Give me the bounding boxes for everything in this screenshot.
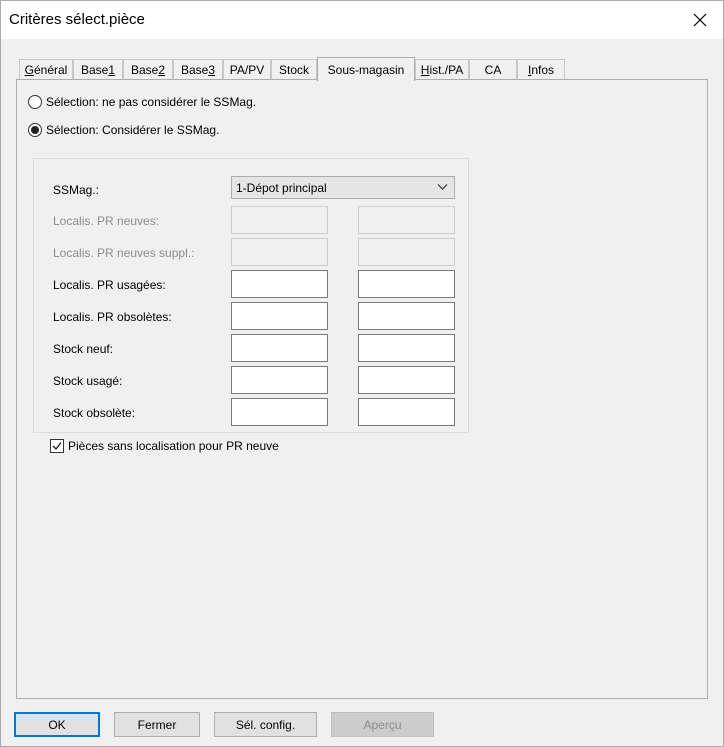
tab-label: 3 (208, 63, 216, 77)
tab-label: énéral (33, 63, 68, 77)
stock-obsolete-from-input[interactable] (231, 398, 328, 426)
loc-obsolete-to-input[interactable] (358, 302, 455, 330)
stock-new-from-input[interactable] (231, 334, 328, 362)
stock-used-to-input[interactable] (358, 366, 455, 394)
close-icon (693, 13, 707, 27)
title-bar: Critères sélect.pièce (1, 1, 723, 39)
stock-used-from-input[interactable] (231, 366, 328, 394)
tab-label: nfos (531, 63, 555, 77)
loc-new-suppl-label: Localis. PR neuves suppl.: (53, 246, 195, 260)
radio-label: Sélection: ne pas considérer le SSMag. (46, 95, 257, 109)
preview-button: Aperçu (331, 712, 434, 737)
tab-label: 2 (158, 63, 166, 77)
loc-used-label: Localis. PR usagées: (53, 278, 166, 292)
close-button[interactable] (677, 1, 723, 39)
loc-obsolete-label: Localis. PR obsolètes: (53, 310, 172, 324)
loc-new-suppl-to-input (358, 238, 455, 266)
tab-label: Base (180, 63, 209, 77)
tab-label: Sous-magasin (327, 62, 405, 77)
tab-label: Base (130, 63, 159, 77)
loc-new-label: Localis. PR neuves: (53, 214, 160, 228)
tab-label: Base (80, 63, 109, 77)
dialog-window: Critères sélect.pièce Général Base 1 Bas… (0, 0, 724, 747)
select-config-button[interactable]: Sél. config. (214, 712, 317, 737)
stock-obsolete-to-input[interactable] (358, 398, 455, 426)
tab-general[interactable]: Général (19, 59, 73, 80)
ok-button[interactable]: OK (14, 712, 100, 737)
radio-label: Sélection: Considérer le SSMag. (46, 123, 220, 137)
window-title: Critères sélect.pièce (9, 11, 145, 28)
loc-new-from-input (231, 206, 328, 234)
radio-button[interactable] (28, 95, 42, 109)
loc-new-suppl-from-input (231, 238, 328, 266)
stock-new-label: Stock neuf: (53, 342, 114, 356)
radio-ignore-ssmag[interactable]: Sélection: ne pas considérer le SSMag. (28, 95, 256, 109)
tab-base-2[interactable]: Base 2 (123, 59, 173, 80)
tab-hist-pa[interactable]: Hist./PA (415, 59, 469, 80)
tab-label: ist./PA (429, 63, 464, 77)
tab-label: 1 (108, 63, 116, 77)
ssmag-label: SSMag.: (53, 183, 100, 197)
tab-base-3[interactable]: Base 3 (173, 59, 223, 80)
no-location-checkbox-label: Pièces sans localisation pour PR neuve (68, 439, 279, 453)
loc-new-to-input (358, 206, 455, 234)
ssmag-select[interactable]: 1-Dépot principal (231, 176, 455, 199)
tab-stock[interactable]: Stock (271, 59, 317, 80)
tab-label: Stock (278, 63, 309, 77)
radio-button[interactable] (28, 123, 42, 137)
tab-pa-pv[interactable]: PA/PV (223, 59, 271, 80)
loc-used-to-input[interactable] (358, 270, 455, 298)
tab-infos[interactable]: Infos (517, 59, 565, 80)
stock-new-to-input[interactable] (358, 334, 455, 362)
checkmark-icon (52, 442, 62, 451)
no-location-checkbox-row[interactable]: Pièces sans localisation pour PR neuve (50, 439, 279, 453)
chevron-down-icon (437, 184, 448, 190)
tab-ca[interactable]: CA (469, 59, 517, 80)
loc-used-from-input[interactable] (231, 270, 328, 298)
radio-consider-ssmag[interactable]: Sélection: Considérer le SSMag. (28, 123, 219, 137)
tab-sous-magasin[interactable]: Sous-magasin (317, 57, 415, 81)
tab-label: H (420, 63, 430, 77)
no-location-checkbox[interactable] (50, 439, 64, 453)
ssmag-selected-value: 1-Dépot principal (236, 180, 327, 195)
loc-obsolete-from-input[interactable] (231, 302, 328, 330)
tab-label: CA (484, 63, 502, 77)
stock-used-label: Stock usagé: (53, 374, 123, 388)
tab-base-1[interactable]: Base 1 (73, 59, 123, 80)
tab-label: G (24, 63, 34, 77)
close-dialog-button[interactable]: Fermer (114, 712, 200, 737)
stock-obsolete-label: Stock obsolète: (53, 406, 136, 420)
tab-label: PA/PV (229, 63, 265, 77)
